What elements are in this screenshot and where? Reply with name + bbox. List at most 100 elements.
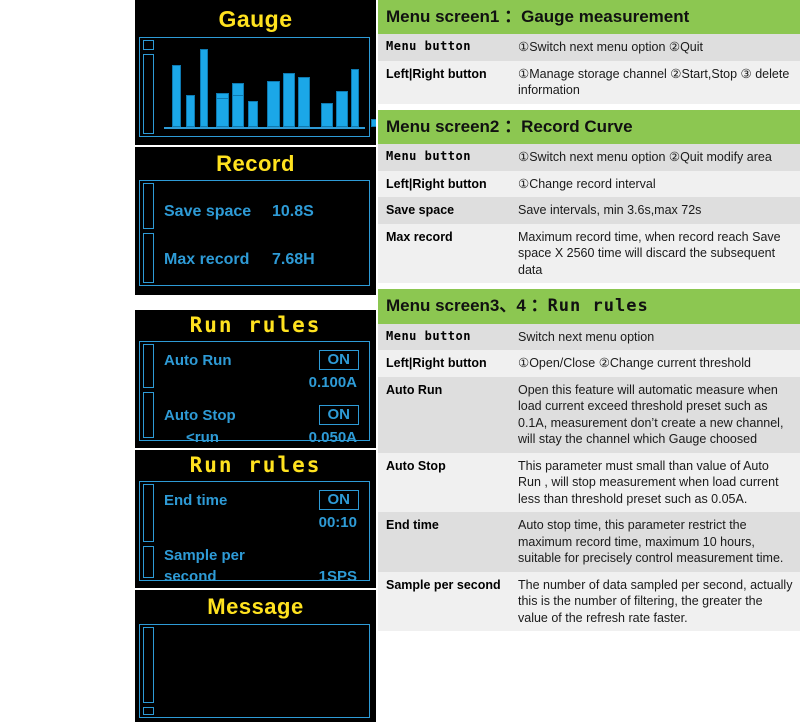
gauge-screen-title: Gauge (218, 6, 293, 32)
auto-stop-toggle[interactable]: ON (318, 405, 359, 425)
doc-row-value: The number of data sampled per second, a… (518, 577, 793, 625)
doc-row-value: Auto stop time, this parameter restrict … (518, 518, 784, 566)
run-rules-screen-panel-2: Run rules End time ON 00:10 Sample per s… (135, 450, 376, 588)
run-rules-row-sample-per-second[interactable]: Sample per (140, 547, 369, 564)
gauge-bar (232, 95, 244, 127)
run-rules-row-end-time[interactable]: End time ON (140, 490, 369, 510)
auto-stop-threshold[interactable]: 0.050A (309, 429, 357, 446)
run-rules-screen-panel-1: Run rules Auto Run ON 0.100A Auto Stop O… (135, 310, 376, 448)
run-rules-row-auto-run[interactable]: Auto Run ON (140, 350, 369, 370)
rail-segment (143, 627, 154, 703)
run-rules-subrow-auto-stop: <run 0.050A (140, 429, 369, 446)
record-row-max-record[interactable]: Max record 7.68H (140, 251, 369, 269)
doc-row-key: Auto Stop (386, 458, 446, 473)
gauge-bar (283, 73, 295, 127)
end-time-sub-left (164, 514, 319, 531)
gauge-screen-panel: Gauge (135, 0, 376, 145)
doc-table-row: Save space Save intervals, min 3.6s,max 7… (378, 197, 800, 224)
gauge-screen-body (139, 37, 376, 137)
rail-segment (143, 707, 154, 715)
doc-row-key: Menu button (386, 39, 471, 54)
gauge-chart-area (158, 40, 376, 134)
doc-row-key: Left|Right button (386, 356, 487, 371)
record-label-max-record: Max record (164, 251, 250, 268)
record-value-save-space: 10.8S (272, 203, 314, 220)
end-time-label: End time (164, 491, 228, 509)
record-value-max-record: 7.68H (272, 251, 315, 268)
gauge-bar (351, 69, 359, 127)
gauge-bar (200, 49, 208, 127)
auto-run-threshold[interactable]: 0.100A (309, 374, 357, 391)
record-scroll-rail[interactable] (143, 183, 154, 283)
gauge-bar (321, 103, 333, 127)
auto-stop-label: Auto Stop (164, 406, 236, 424)
end-time-value[interactable]: 00:10 (319, 514, 357, 531)
auto-run-label: Auto Run (164, 351, 232, 369)
gauge-bar (371, 119, 376, 127)
record-screen-title: Record (216, 151, 295, 176)
run-rules-1-title: Run rules (189, 313, 322, 337)
doc-block-header: Menu screen2 ：Record Curve (378, 109, 800, 145)
doc-row-value: ①Change record interval (518, 176, 656, 191)
sample-per-second-label: Sample per (164, 547, 245, 564)
run-rules-subrow-auto-run: 0.100A (140, 374, 369, 391)
run-rules-2-title: Run rules (189, 453, 322, 477)
message-scroll-rail[interactable] (143, 627, 154, 715)
run-rules-subrow-end-time: 00:10 (140, 514, 369, 531)
auto-stop-sub-left: <run (186, 429, 219, 446)
doc-row-key: Auto Run (386, 382, 443, 397)
doc-table-row: Menu button ①Switch next menu option ②Qui… (378, 144, 800, 171)
rail-segment (143, 183, 154, 229)
gauge-bar (172, 65, 181, 127)
end-time-toggle[interactable]: ON (318, 490, 359, 510)
doc-block: Menu screen2 ：Record Curve Menu button ①Sw… (378, 109, 800, 284)
gauge-bar (248, 101, 258, 127)
doc-row-value: Save intervals, min 3.6s,max 72s (518, 203, 702, 218)
page-root: Gauge Record Save space 10.8S Max record… (0, 0, 800, 722)
gauge-bar (186, 95, 195, 127)
gauge-scroll-rail[interactable] (143, 40, 154, 134)
doc-header-title: Gauge measurement (521, 7, 690, 26)
documentation-tables: Menu screen1 ：Gauge measurement Menu butt… (378, 0, 800, 722)
doc-header-title: Record Curve (521, 116, 633, 136)
run-rules-2-body: End time ON 00:10 Sample per second 1SPS (139, 481, 370, 585)
run-rules-subrow-sample-per-second: second 1SPS (140, 568, 369, 585)
run-rules-1-body: Auto Run ON 0.100A Auto Stop ON <run 0.0… (139, 341, 370, 446)
doc-row-value: Switch next menu option (518, 329, 655, 344)
sample-per-second-value[interactable]: 1SPS (319, 568, 357, 585)
doc-table-row: Auto Run Open this feature will automatic… (378, 376, 800, 453)
doc-table-row: Menu button ①Switch next menu option ②Qui… (378, 34, 800, 61)
doc-row-value: ①Open/Close ②Change current threshold (518, 356, 751, 371)
doc-row-key: Left|Right button (386, 66, 487, 81)
doc-row-key: Save space (386, 203, 455, 218)
doc-table-row: Menu button Switch next menu option (378, 323, 800, 351)
run-rules-row-auto-stop[interactable]: Auto Stop ON (140, 405, 369, 425)
doc-table-row: Left|Right button ①Manage storage channel… (378, 60, 800, 104)
rail-segment (143, 40, 154, 50)
doc-block-header: Menu screen3、4 ：Run rules (378, 289, 800, 324)
doc-header-title: Run rules (547, 296, 649, 317)
auto-run-toggle[interactable]: ON (318, 350, 359, 370)
message-screen-body (139, 624, 370, 718)
doc-table-row: End time Auto stop time, this parameter r… (378, 512, 800, 572)
rail-segment (143, 54, 154, 134)
message-screen-panel: Message (135, 590, 376, 722)
doc-row-key: Left|Right button (386, 176, 487, 191)
record-row-save-space[interactable]: Save space 10.8S (140, 203, 369, 221)
doc-header-prefix: Menu screen2 ： (386, 116, 522, 136)
doc-header-prefix: Menu screen3、4 ： (386, 296, 548, 316)
doc-row-value: Maximum record time, when record reach S… (518, 229, 781, 277)
doc-table-row: Left|Right button ①Open/Close ②Change cur… (378, 350, 800, 377)
doc-table-row: Auto Stop This parameter must small than … (378, 452, 800, 513)
doc-row-key: Max record (386, 229, 453, 244)
doc-table-row: Max record Maximum record time, when reco… (378, 223, 800, 284)
sample-per-second-sub-left: second (164, 568, 217, 585)
rail-segment (143, 233, 154, 283)
doc-row-value: ①Switch next menu option ②Quit (518, 40, 703, 55)
record-label-save-space: Save space (164, 203, 252, 220)
gauge-bar (216, 98, 229, 127)
doc-table-row: Sample per second The number of data samp… (378, 571, 800, 632)
doc-row-value: ①Switch next menu option ②Quit modify ar… (518, 150, 772, 165)
doc-row-value: ①Manage storage channel ②Start,Stop ③ de… (518, 66, 790, 98)
doc-row-key: Sample per second (386, 577, 501, 592)
